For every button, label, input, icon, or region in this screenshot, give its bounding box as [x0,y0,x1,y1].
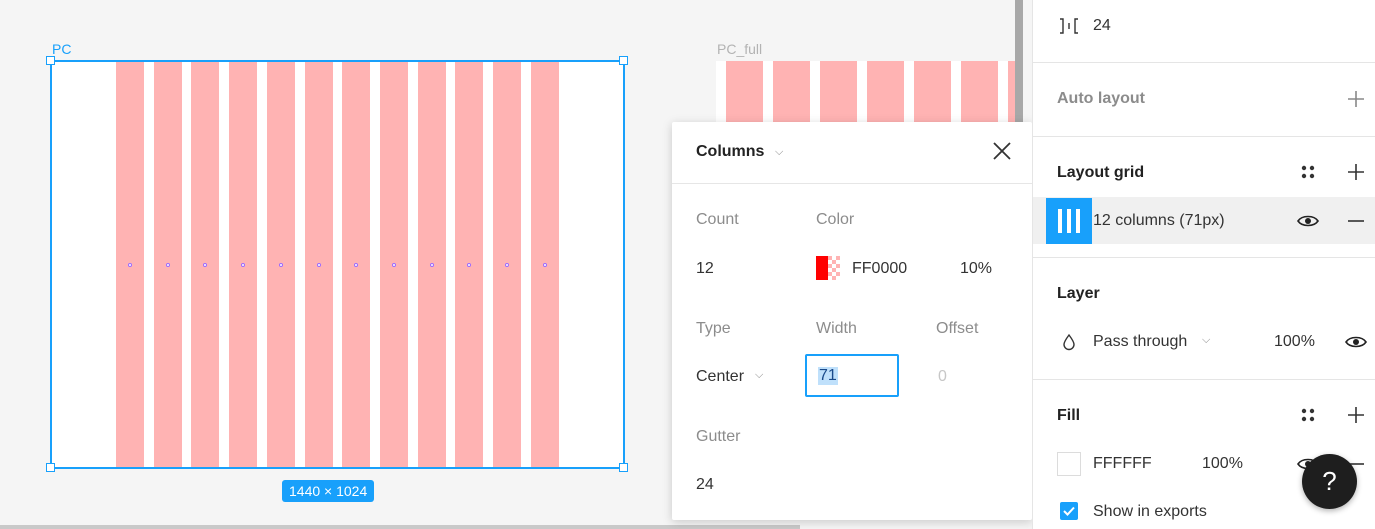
offset-label: Offset [936,320,979,337]
resize-handle-top-left[interactable] [46,56,55,65]
column-center-dot [542,263,547,267]
close-icon[interactable] [990,139,1014,163]
column-center-dot [278,263,283,267]
grid-column [820,61,857,123]
grid-type-dropdown[interactable]: Columns [696,143,764,161]
gutter-label: Gutter [696,428,741,445]
layer-title: Layer [1057,285,1100,302]
frame-pc[interactable] [51,61,624,468]
drop-icon [1063,333,1075,351]
divider [1033,379,1375,380]
type-dropdown[interactable]: Center [696,368,744,386]
column-center-dot [429,263,434,267]
resize-handle-bottom-right[interactable] [619,463,628,472]
plus-icon[interactable] [1344,160,1368,184]
resize-handle-top-right[interactable] [619,56,628,65]
fill-styles-icon[interactable] [1296,403,1320,427]
show-in-exports-label[interactable]: Show in exports [1093,503,1207,521]
frame-pc-full[interactable] [716,61,1015,123]
divider [1033,257,1375,258]
grid-column [867,61,904,123]
divider [1033,62,1375,63]
column-center-dot [165,263,170,267]
layout-grid-item-label[interactable]: 12 columns (71px) [1093,212,1225,230]
columns-grid-icon[interactable] [1046,198,1092,244]
minus-icon[interactable] [1344,209,1368,233]
chevron-down-icon[interactable]: ⌵ [1202,334,1210,347]
plus-icon[interactable] [1344,87,1368,111]
width-input[interactable]: 71 [805,354,899,397]
blend-mode-dropdown[interactable]: Pass through [1093,333,1187,351]
chevron-down-icon[interactable]: ⌵ [755,369,763,382]
gutter-input[interactable]: 24 [696,476,714,494]
color-swatch[interactable] [816,256,840,280]
frame-label-pc-full[interactable]: PC_full [717,41,762,57]
eye-icon[interactable] [1296,209,1320,233]
type-label: Type [696,320,731,337]
fill-hex-input[interactable]: FFFFFF [1093,455,1152,473]
layout-grid-settings-popup: Columns ⌵ Count Color 12 FF0000 10% Type… [672,122,1032,520]
spacing-icon [1060,18,1078,34]
spacing-value[interactable]: 24 [1093,17,1111,35]
color-hex-input[interactable]: FF0000 [852,260,907,278]
plus-icon[interactable] [1344,403,1368,427]
canvas-scrollbar-horizontal[interactable] [0,525,800,529]
layer-opacity-input[interactable]: 100% [1274,333,1315,351]
auto-layout-title: Auto layout [1057,90,1145,107]
color-opacity-input[interactable]: 10% [960,260,992,278]
fill-opacity-input[interactable]: 100% [1202,455,1243,473]
count-label: Count [696,211,739,228]
fill-color-swatch[interactable] [1057,452,1081,476]
canvas-scrollbar-vertical[interactable] [1015,0,1023,122]
width-input-value: 71 [818,367,838,385]
popup-header: Columns ⌵ [672,122,1032,184]
show-in-exports-checkbox[interactable] [1060,502,1078,520]
eye-icon[interactable] [1344,330,1368,354]
grid-column [773,61,810,123]
count-input[interactable]: 12 [696,260,714,278]
width-label: Width [816,320,857,337]
column-center-dot [128,263,132,267]
frame-size-badge: 1440 × 1024 [282,480,375,502]
grid-column [1008,61,1015,123]
frame-label-pc[interactable]: PC [52,41,71,57]
chevron-down-icon[interactable]: ⌵ [775,146,783,159]
grid-column [726,61,763,123]
resize-handle-bottom-left[interactable] [46,463,55,472]
grid-column [914,61,951,123]
layout-grid-title: Layout grid [1057,164,1145,181]
help-button[interactable]: ? [1302,454,1357,509]
color-label: Color [816,211,855,228]
grid-styles-icon[interactable] [1296,160,1320,184]
divider [1033,136,1375,137]
column-center-dot [505,263,509,267]
properties-panel: 24 Auto layout Layout grid 12 columns (7… [1032,0,1375,529]
offset-input[interactable]: 0 [938,368,947,386]
grid-column [961,61,998,123]
fill-title: Fill [1057,407,1081,424]
column-center-dot [316,263,321,267]
column-center-dot [391,263,396,267]
